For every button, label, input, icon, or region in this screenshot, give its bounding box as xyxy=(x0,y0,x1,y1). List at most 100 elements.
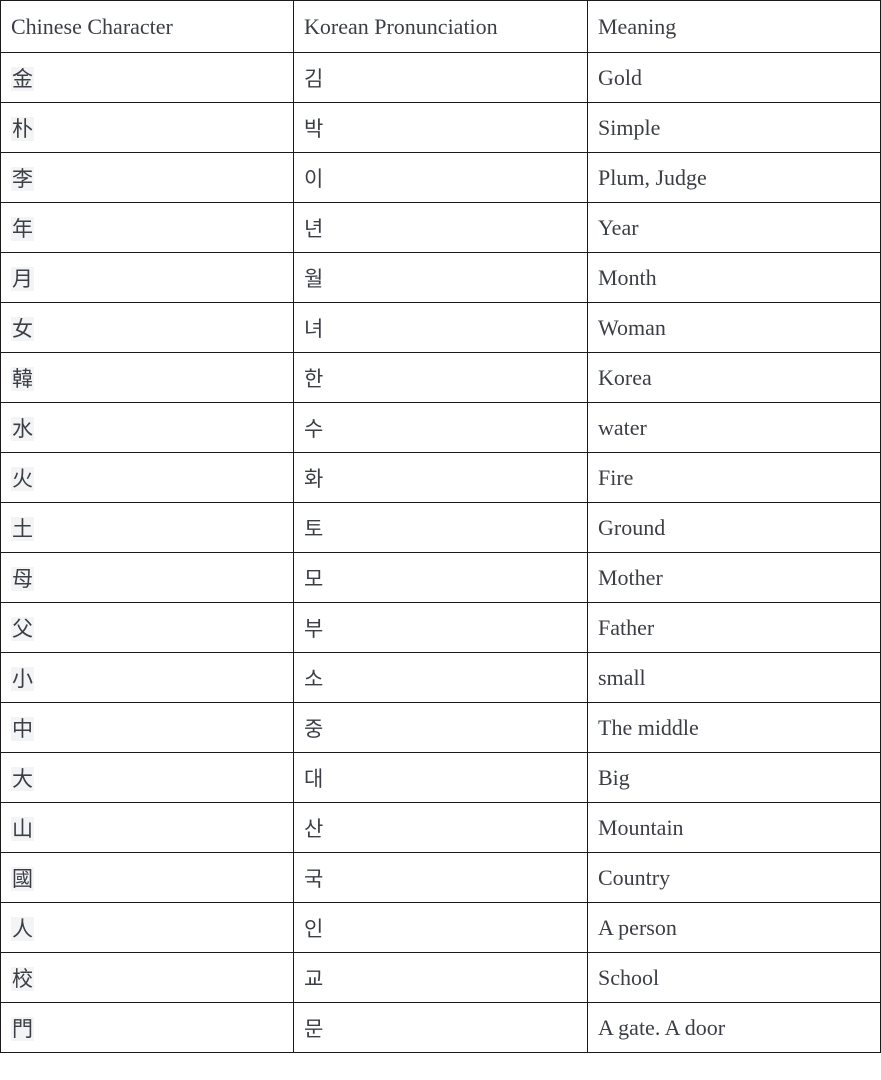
hangul-text: 박 xyxy=(304,116,324,141)
cell-korean-pronunciation: 녀 xyxy=(293,302,588,353)
cell-korean-pronunciation: 대 xyxy=(293,752,588,803)
hanja-text: 父 xyxy=(11,616,34,641)
cell-meaning: A gate. A door xyxy=(587,1002,881,1053)
hanja-text: 李 xyxy=(11,166,34,191)
hangul-text: 김 xyxy=(304,66,324,91)
cell-chinese-character: 女 xyxy=(0,302,294,353)
cell-meaning: A person xyxy=(587,902,881,953)
table-row: 校 교 School xyxy=(0,952,881,1003)
hangul-text: 부 xyxy=(304,616,324,641)
table-row: 朴 박 Simple xyxy=(0,102,881,153)
cell-korean-pronunciation: 수 xyxy=(293,402,588,453)
cell-korean-pronunciation: 국 xyxy=(293,852,588,903)
cell-korean-pronunciation: 김 xyxy=(293,52,588,103)
cell-korean-pronunciation: 소 xyxy=(293,652,588,703)
cell-meaning: Korea xyxy=(587,352,881,403)
hangul-text: 월 xyxy=(304,266,324,291)
cell-chinese-character: 火 xyxy=(0,452,294,503)
hanja-text: 校 xyxy=(11,966,34,991)
hanja-text: 國 xyxy=(11,866,34,891)
hanja-text: 山 xyxy=(11,816,34,841)
cell-chinese-character: 山 xyxy=(0,802,294,853)
hanja-text: 土 xyxy=(11,516,34,541)
hangul-text: 소 xyxy=(304,666,324,691)
hanja-text: 人 xyxy=(11,916,34,941)
table-row: 李 이 Plum, Judge xyxy=(0,152,881,203)
hangul-text: 수 xyxy=(304,416,324,441)
cell-korean-pronunciation: 한 xyxy=(293,352,588,403)
cell-korean-pronunciation: 인 xyxy=(293,902,588,953)
table-row: 女 녀 Woman xyxy=(0,302,881,353)
cell-chinese-character: 校 xyxy=(0,952,294,1003)
cell-meaning: Big xyxy=(587,752,881,803)
cell-meaning: Mountain xyxy=(587,802,881,853)
cell-meaning: Ground xyxy=(587,502,881,553)
hanja-text: 母 xyxy=(11,566,34,591)
table-row: 月 월 Month xyxy=(0,252,881,303)
hanja-text: 水 xyxy=(11,416,34,441)
hanja-text: 年 xyxy=(11,216,34,241)
cell-chinese-character: 門 xyxy=(0,1002,294,1053)
table-row: 山 산 Mountain xyxy=(0,802,881,853)
hanja-text: 大 xyxy=(11,766,34,791)
hanja-text: 韓 xyxy=(11,366,34,391)
cell-korean-pronunciation: 교 xyxy=(293,952,588,1003)
cell-meaning: Woman xyxy=(587,302,881,353)
hanja-text: 金 xyxy=(11,66,34,91)
hangul-text: 이 xyxy=(304,166,324,191)
cell-meaning: water xyxy=(587,402,881,453)
table-row: 中 중 The middle xyxy=(0,702,881,753)
cell-meaning: Fire xyxy=(587,452,881,503)
cell-meaning: The middle xyxy=(587,702,881,753)
cell-korean-pronunciation: 이 xyxy=(293,152,588,203)
cell-meaning: Father xyxy=(587,602,881,653)
hangul-text: 국 xyxy=(304,866,324,891)
cell-chinese-character: 小 xyxy=(0,652,294,703)
hangul-text: 화 xyxy=(304,466,324,491)
table-row: 火 화 Fire xyxy=(0,452,881,503)
hanja-text: 女 xyxy=(11,316,34,341)
hanja-text: 月 xyxy=(11,266,34,291)
cell-korean-pronunciation: 부 xyxy=(293,602,588,653)
header-korean-pronunciation: Korean Pronunciation xyxy=(293,0,588,53)
hangul-text: 년 xyxy=(304,216,324,241)
cell-meaning: small xyxy=(587,652,881,703)
cell-chinese-character: 年 xyxy=(0,202,294,253)
cell-meaning: School xyxy=(587,952,881,1003)
table-row: 年 년 Year xyxy=(0,202,881,253)
cell-chinese-character: 母 xyxy=(0,552,294,603)
cell-korean-pronunciation: 모 xyxy=(293,552,588,603)
cell-korean-pronunciation: 토 xyxy=(293,502,588,553)
hangul-text: 교 xyxy=(304,966,324,991)
hanja-text: 朴 xyxy=(11,116,34,141)
header-chinese-character: Chinese Character xyxy=(0,0,294,53)
table-row: 父 부 Father xyxy=(0,602,881,653)
hanja-table: Chinese Character Korean Pronunciation M… xyxy=(0,0,881,1053)
cell-meaning: Month xyxy=(587,252,881,303)
table-row: 小 소 small xyxy=(0,652,881,703)
header-meaning: Meaning xyxy=(587,0,881,53)
table-row: 大 대 Big xyxy=(0,752,881,803)
hangul-text: 인 xyxy=(304,916,324,941)
cell-chinese-character: 父 xyxy=(0,602,294,653)
hangul-text: 모 xyxy=(304,566,324,591)
cell-korean-pronunciation: 년 xyxy=(293,202,588,253)
cell-korean-pronunciation: 문 xyxy=(293,1002,588,1053)
cell-chinese-character: 水 xyxy=(0,402,294,453)
table-row: 門 문 A gate. A door xyxy=(0,1002,881,1053)
table-row: 水 수 water xyxy=(0,402,881,453)
cell-chinese-character: 韓 xyxy=(0,352,294,403)
cell-chinese-character: 土 xyxy=(0,502,294,553)
table-row: 金 김 Gold xyxy=(0,52,881,103)
hanja-text: 門 xyxy=(11,1016,34,1041)
cell-korean-pronunciation: 박 xyxy=(293,102,588,153)
table-row: 土 토 Ground xyxy=(0,502,881,553)
cell-chinese-character: 金 xyxy=(0,52,294,103)
cell-korean-pronunciation: 중 xyxy=(293,702,588,753)
hangul-text: 토 xyxy=(304,516,324,541)
hanja-text: 中 xyxy=(11,716,34,741)
table-row: 國 국 Country xyxy=(0,852,881,903)
cell-meaning: Mother xyxy=(587,552,881,603)
cell-chinese-character: 中 xyxy=(0,702,294,753)
cell-meaning: Country xyxy=(587,852,881,903)
